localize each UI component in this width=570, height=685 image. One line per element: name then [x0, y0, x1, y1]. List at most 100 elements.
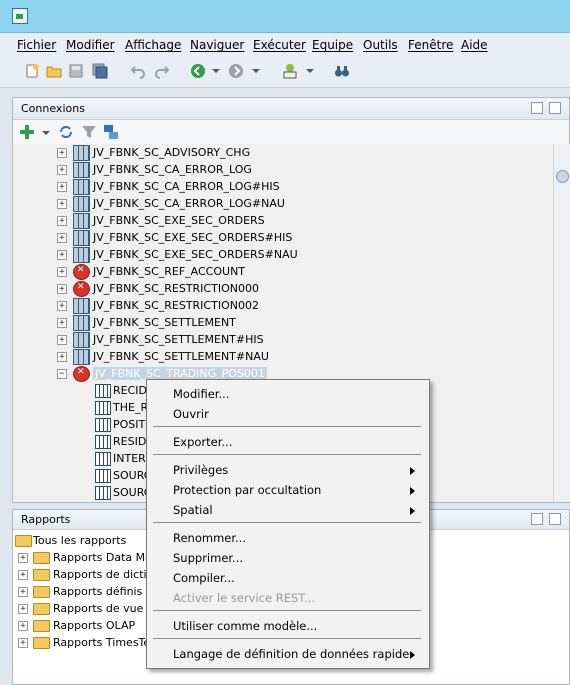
save-all-icon[interactable] — [92, 63, 108, 79]
rapports-minimize-icon[interactable] — [549, 513, 561, 525]
tree-row[interactable]: + JV_FBNK_SC_SETTLEMENT — [13, 314, 553, 331]
column-label: POSITI — [113, 418, 149, 431]
expand-icon[interactable]: + — [57, 352, 67, 362]
tree-row[interactable]: + JV_FBNK_SC_CA_ERROR_LOG — [13, 161, 553, 178]
menu-equipe[interactable]: Equipe — [312, 38, 353, 52]
tree-row[interactable]: + JV_FBNK_SC_SETTLEMENT#NAU — [13, 348, 553, 365]
menu-fichier[interactable]: Fichier — [17, 38, 56, 52]
forward-dropdown-icon[interactable] — [252, 69, 260, 73]
menu-item-supprimer[interactable]: Supprimer... — [173, 551, 243, 565]
connexions-title: Connexions — [21, 102, 85, 115]
menu-affichage[interactable]: Affichage — [125, 38, 181, 52]
add-connection-dropdown-icon[interactable] — [42, 131, 50, 135]
schema-browser-icon[interactable] — [103, 124, 119, 140]
expand-icon[interactable]: + — [57, 148, 67, 158]
folder-icon — [33, 586, 50, 598]
tree-row[interactable]: + JV_FBNK_SC_EXE_SEC_ORDERS#NAU — [13, 246, 553, 263]
sql-dropdown-icon[interactable] — [306, 69, 314, 73]
menu-item-privileges[interactable]: Privilèges — [173, 463, 228, 477]
menu-item-renommer[interactable]: Renommer... — [173, 531, 246, 545]
tree-row-label: JV_FBNK_SC_RESTRICTION000 — [93, 282, 259, 295]
sql-icon[interactable] — [282, 63, 298, 79]
menu-item-modifier[interactable]: Modifier... — [173, 387, 229, 401]
expand-icon[interactable]: + — [57, 318, 67, 328]
add-connection-icon[interactable] — [19, 124, 35, 140]
menu-item-compiler[interactable]: Compiler... — [173, 571, 235, 585]
binoculars-icon[interactable] — [334, 63, 350, 79]
expand-icon[interactable]: + — [57, 233, 67, 243]
tree-row[interactable]: + JV_FBNK_SC_REF_ACCOUNT — [13, 263, 553, 280]
column-icon — [95, 401, 111, 415]
new-icon[interactable] — [24, 63, 40, 79]
save-icon[interactable] — [68, 63, 84, 79]
tree-row[interactable]: + JV_FBNK_SC_EXE_SEC_ORDERS — [13, 212, 553, 229]
menu-item-protection[interactable]: Protection par occultation — [173, 483, 321, 497]
folder-icon — [33, 603, 50, 615]
expand-icon[interactable]: + — [57, 335, 67, 345]
submenu-arrow-icon — [410, 507, 415, 515]
connexions-header: Connexions — [13, 98, 569, 120]
menu-item-spatial[interactable]: Spatial — [173, 503, 213, 517]
tree-row-label: JV_FBNK_SC_REF_ACCOUNT — [93, 265, 246, 278]
tree-row[interactable]: + JV_FBNK_SC_EXE_SEC_ORDERS#HIS — [13, 229, 553, 246]
menu-outils[interactable]: Outils — [363, 38, 398, 52]
rapports-restore-icon[interactable] — [531, 513, 543, 525]
view-icon — [73, 247, 90, 263]
back-dropdown-icon[interactable] — [212, 69, 220, 73]
expand-icon[interactable]: + — [57, 199, 67, 209]
expand-icon[interactable]: + — [57, 250, 67, 260]
rapports-row-label: Rapports de diction — [53, 568, 161, 581]
filter-icon[interactable] — [81, 124, 97, 140]
menu-item-exporter[interactable]: Exporter... — [173, 435, 232, 449]
view-icon — [73, 332, 90, 348]
expand-icon[interactable]: + — [57, 284, 67, 294]
menu-item-langage-ddl[interactable]: Langage de définition de données rapide — [173, 647, 409, 661]
open-icon[interactable] — [46, 63, 62, 79]
tree-row[interactable]: + JV_FBNK_SC_SETTLEMENT#HIS — [13, 331, 553, 348]
tree-row[interactable]: + JV_FBNK_SC_RESTRICTION002 — [13, 297, 553, 314]
scrollbar-thumb[interactable] — [556, 170, 569, 183]
tree-row[interactable]: + JV_FBNK_SC_RESTRICTION000 — [13, 280, 553, 297]
rapports-root-label: Tous les rapports — [33, 534, 127, 547]
restore-icon[interactable] — [531, 102, 543, 114]
column-icon — [95, 452, 111, 466]
menu-naviguer[interactable]: Naviguer — [190, 38, 244, 52]
rapports-row-label: Rapports de vue ar — [53, 602, 159, 615]
tree-row-label: JV_FBNK_SC_SETTLEMENT#HIS — [93, 333, 264, 346]
invalid-view-icon — [73, 264, 90, 280]
expand-icon[interactable]: + — [18, 604, 28, 614]
expand-icon[interactable]: + — [18, 621, 28, 631]
expand-icon[interactable]: + — [57, 267, 67, 277]
refresh-icon[interactable] — [58, 124, 74, 140]
tree-row[interactable]: + JV_FBNK_SC_ADVISORY_CHG — [13, 144, 553, 161]
rapports-row-label: Rapports OLAP — [53, 619, 136, 632]
back-icon[interactable] — [190, 63, 206, 79]
expand-icon[interactable]: + — [18, 638, 28, 648]
expand-icon[interactable]: + — [57, 301, 67, 311]
menu-item-utiliser-modele[interactable]: Utiliser comme modèle... — [173, 619, 317, 633]
minimize-icon[interactable] — [549, 102, 561, 114]
menu-modifier[interactable]: Modifier — [66, 38, 115, 52]
collapse-icon[interactable]: − — [57, 369, 67, 379]
expand-icon[interactable]: + — [18, 570, 28, 580]
invalid-view-icon — [73, 281, 90, 297]
undo-icon[interactable] — [130, 63, 146, 79]
tree-row-label: JV_FBNK_SC_EXE_SEC_ORDERS — [93, 214, 265, 227]
menu-executer[interactable]: Exécuter — [253, 38, 306, 52]
vertical-scrollbar[interactable] — [553, 144, 570, 502]
window-title-bar — [0, 0, 570, 33]
menu-item-ouvrir[interactable]: Ouvrir — [173, 407, 209, 421]
redo-icon[interactable] — [154, 63, 170, 79]
tree-row[interactable]: + JV_FBNK_SC_CA_ERROR_LOG#HIS — [13, 178, 553, 195]
tree-row[interactable]: + JV_FBNK_SC_CA_ERROR_LOG#NAU — [13, 195, 553, 212]
tree-row-label: JV_FBNK_SC_RESTRICTION002 — [93, 299, 259, 312]
forward-icon[interactable] — [228, 63, 244, 79]
expand-icon[interactable]: + — [18, 553, 28, 563]
submenu-arrow-icon — [410, 467, 415, 475]
menu-fenetre[interactable]: Fenêtre — [408, 38, 453, 52]
expand-icon[interactable]: + — [57, 165, 67, 175]
menu-aide[interactable]: Aide — [461, 38, 488, 52]
expand-icon[interactable]: + — [57, 182, 67, 192]
expand-icon[interactable]: + — [57, 216, 67, 226]
expand-icon[interactable]: + — [18, 587, 28, 597]
